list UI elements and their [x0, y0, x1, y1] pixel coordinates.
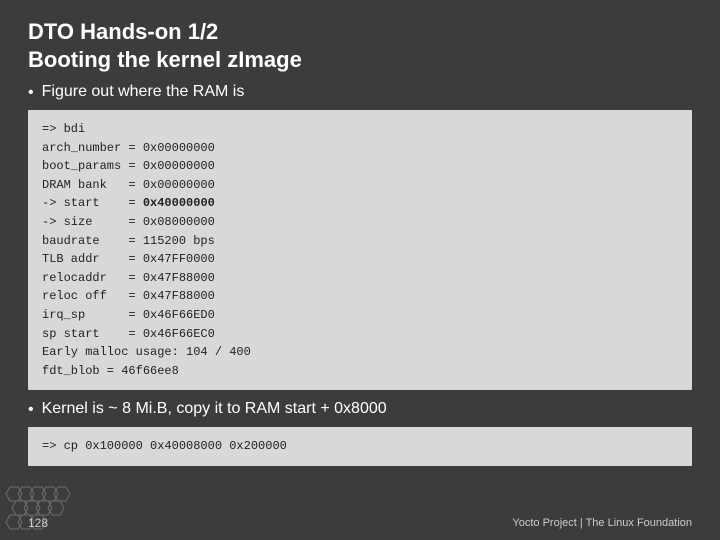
- code-line: reloc off = 0x47F88000: [42, 287, 678, 306]
- code-line: Early malloc usage: 104 / 400: [42, 343, 678, 362]
- code-block-2: => cp 0x100000 0x40008000 0x200000: [28, 427, 692, 466]
- footer-brand: Yocto Project | The Linux Foundation: [512, 517, 692, 529]
- bullet-item-2: • Kernel is ~ 8 Mi.B, copy it to RAM sta…: [28, 400, 692, 419]
- title-block: DTO Hands-on 1/2 Booting the kernel zIma…: [28, 18, 692, 73]
- title-line2: Booting the kernel zImage: [28, 46, 692, 74]
- bullet-dot-1: •: [28, 84, 34, 102]
- code-line: fdt_blob = 46f66ee8: [42, 362, 678, 381]
- code-line-cp: => cp 0x100000 0x40008000 0x200000: [42, 437, 678, 456]
- code-block-1: => bdi arch_number = 0x00000000 boot_par…: [28, 110, 692, 390]
- bullet-dot-2: •: [28, 401, 34, 419]
- bullet-text-1: Figure out where the RAM is: [42, 83, 245, 101]
- title-line1: DTO Hands-on 1/2: [28, 18, 692, 46]
- code-line: -> start = 0x40000000: [42, 194, 678, 213]
- main-content: DTO Hands-on 1/2 Booting the kernel zIma…: [0, 0, 720, 486]
- code-line: -> size = 0x08000000: [42, 213, 678, 232]
- code-line: TLB addr = 0x47FF0000: [42, 250, 678, 269]
- code-line: boot_params = 0x00000000: [42, 157, 678, 176]
- code-line: baudrate = 115200 bps: [42, 232, 678, 251]
- code-line: arch_number = 0x00000000: [42, 139, 678, 158]
- bullet-item-1: • Figure out where the RAM is: [28, 83, 692, 102]
- code-line: sp start = 0x46F66EC0: [42, 325, 678, 344]
- code-line: irq_sp = 0x46F66ED0: [42, 306, 678, 325]
- code-line: => bdi: [42, 120, 678, 139]
- hex-decoration: [0, 485, 110, 540]
- bullet-text-2: Kernel is ~ 8 Mi.B, copy it to RAM start…: [42, 400, 387, 418]
- code-line: DRAM bank = 0x00000000: [42, 176, 678, 195]
- code-line: relocaddr = 0x47F88000: [42, 269, 678, 288]
